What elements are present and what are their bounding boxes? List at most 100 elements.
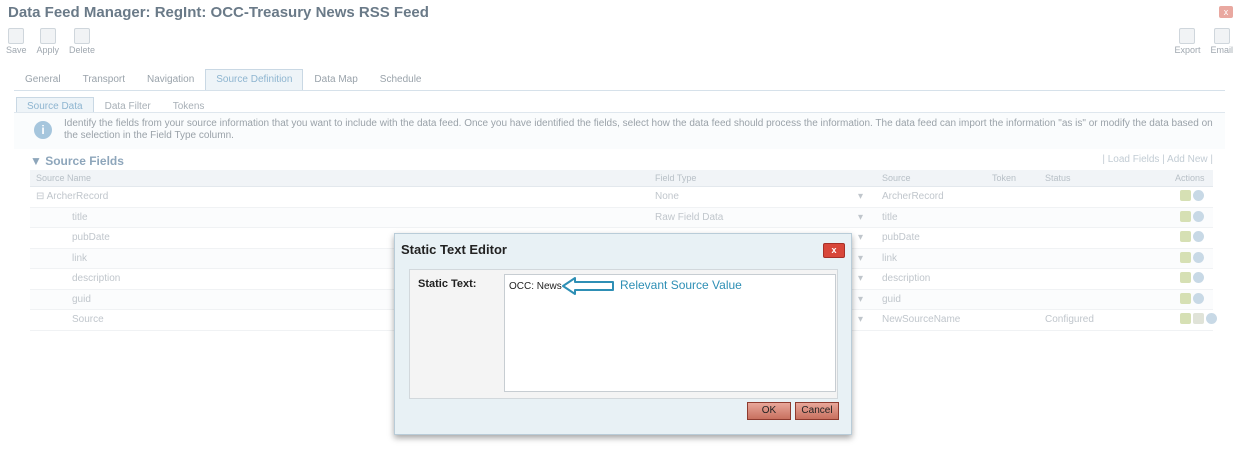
static-text-editor-dialog: Static Text Editor x Static Text: OCC: N…: [394, 233, 852, 435]
row-actions: [1180, 292, 1204, 304]
field-type-dropdown-icon[interactable]: ▾: [858, 191, 863, 202]
annotation-text: Relevant Source Value: [620, 278, 742, 292]
toolbar-right: Export Email: [1174, 28, 1233, 55]
info-text: Identify the fields from your source inf…: [64, 118, 1213, 141]
row-actions: [1180, 190, 1204, 201]
toolbar-left: Save Apply Delete: [6, 28, 95, 55]
source-cell: guid: [882, 293, 901, 305]
tab-source-definition[interactable]: Source Definition: [205, 69, 304, 90]
field-type-dropdown-icon[interactable]: ▾: [858, 232, 863, 243]
dialog-buttons: OK Cancel: [747, 402, 839, 420]
col-actions: Actions: [1175, 173, 1205, 183]
delete-label: Delete: [69, 45, 96, 55]
dialog-close-button[interactable]: x: [823, 243, 845, 258]
cancel-button[interactable]: Cancel: [795, 402, 839, 420]
static-text-label: Static Text:: [418, 278, 477, 290]
tabs-divider: [14, 90, 1225, 91]
export-icon: [1179, 28, 1196, 44]
source-cell: ArcherRecord: [882, 191, 944, 202]
source-name-cell: guid: [72, 293, 91, 305]
apply-button[interactable]: Apply: [36, 28, 60, 55]
delete-circle-icon[interactable]: [1193, 292, 1204, 304]
edit-user-icon[interactable]: [1180, 231, 1191, 242]
delete-circle-icon[interactable]: [1193, 231, 1204, 242]
delete-circle-icon[interactable]: [1193, 251, 1204, 263]
field-type-dropdown-icon[interactable]: ▾: [858, 253, 863, 264]
info-box: i Identify the fields from your source i…: [14, 112, 1225, 149]
save-icon: [8, 28, 25, 44]
delete-button[interactable]: Delete: [69, 28, 95, 55]
source-fields-heading[interactable]: ▼ Source Fields: [30, 154, 124, 168]
row-actions: [1180, 251, 1204, 263]
tab-transport[interactable]: Transport: [72, 69, 136, 90]
dialog-panel: Static Text: OCC: News Relevant Source V…: [409, 269, 838, 399]
apply-label: Apply: [36, 45, 60, 55]
delete-icon: [74, 28, 91, 44]
tab-schedule[interactable]: Schedule: [369, 69, 433, 90]
static-text-value: OCC: News: [509, 281, 562, 292]
delete-circle-icon[interactable]: [1206, 313, 1217, 324]
edit-user-icon[interactable]: [1180, 272, 1191, 283]
static-text-input[interactable]: OCC: News Relevant Source Value: [504, 274, 836, 392]
edit-user-icon[interactable]: [1180, 313, 1191, 324]
col-source-name: Source Name: [36, 173, 92, 183]
source-cell: NewSourceName: [882, 314, 961, 325]
source-cell: title: [882, 211, 898, 223]
edit-document-icon[interactable]: [1193, 313, 1204, 324]
source-name-cell: ⊟ ArcherRecord: [36, 191, 109, 202]
row-actions: [1180, 313, 1217, 324]
email-icon: [1213, 28, 1230, 44]
edit-user-icon[interactable]: [1180, 190, 1191, 201]
table-row[interactable]: ⊟ ArcherRecord None ArcherRecord ▾: [30, 187, 1213, 208]
tab-navigation[interactable]: Navigation: [136, 69, 205, 90]
source-name-cell: Source: [72, 314, 104, 325]
email-label: Email: [1210, 45, 1233, 55]
field-type-dropdown-icon[interactable]: ▾: [858, 212, 863, 223]
row-actions: [1180, 272, 1204, 283]
dialog-title: Static Text Editor: [401, 242, 507, 257]
edit-user-icon[interactable]: [1180, 251, 1191, 263]
field-type-dropdown-icon[interactable]: ▾: [858, 314, 863, 325]
load-fields-link[interactable]: Load Fields: [1108, 154, 1160, 165]
col-token: Token: [992, 173, 1017, 183]
delete-circle-icon[interactable]: [1193, 190, 1204, 201]
grid-header: Source Name Field Type Source Token Stat…: [30, 170, 1213, 187]
add-new-link[interactable]: Add New: [1167, 154, 1208, 165]
source-cell: link: [882, 252, 898, 264]
col-status: Status: [1045, 173, 1071, 183]
ok-button[interactable]: OK: [747, 402, 791, 420]
delete-circle-icon[interactable]: [1193, 210, 1204, 222]
col-source: Source: [882, 173, 911, 183]
row-actions: [1180, 210, 1204, 222]
field-type-cell: Raw Field Data: [655, 211, 724, 223]
edit-user-icon[interactable]: [1180, 292, 1191, 304]
export-label: Export: [1174, 45, 1201, 55]
status-cell: Configured: [1045, 314, 1094, 325]
field-type-dropdown-icon[interactable]: ▾: [858, 273, 863, 284]
info-icon: i: [34, 121, 52, 139]
data-feed-manager-page: Data Feed Manager: RegInt: OCC-Treasury …: [0, 0, 1239, 460]
col-field-type: Field Type: [655, 173, 697, 183]
source-name-cell: pubDate: [72, 232, 110, 243]
email-button[interactable]: Email: [1210, 28, 1233, 55]
edit-user-icon[interactable]: [1180, 210, 1191, 222]
apply-icon: [39, 28, 56, 44]
source-fields-links: | Load Fields | Add New |: [1102, 154, 1213, 165]
tab-general[interactable]: General: [14, 69, 72, 90]
field-type-dropdown-icon[interactable]: ▾: [858, 294, 863, 305]
tab-data-map[interactable]: Data Map: [303, 69, 368, 90]
source-cell: pubDate: [882, 232, 920, 243]
source-name-cell: link: [72, 252, 88, 264]
window-title: Data Feed Manager: RegInt: OCC-Treasury …: [8, 4, 429, 21]
table-row[interactable]: title Raw Field Data title ▾: [30, 207, 1213, 228]
export-button[interactable]: Export: [1174, 28, 1200, 55]
source-name-cell: title: [72, 211, 88, 223]
row-actions: [1180, 231, 1204, 242]
arrow-left-icon: [562, 277, 614, 295]
delete-circle-icon[interactable]: [1193, 272, 1204, 283]
field-type-cell: None: [655, 191, 679, 202]
save-button[interactable]: Save: [6, 28, 27, 55]
source-cell: description: [882, 273, 931, 284]
window-close-button[interactable]: x: [1219, 6, 1233, 18]
source-name-cell: description: [72, 273, 121, 284]
